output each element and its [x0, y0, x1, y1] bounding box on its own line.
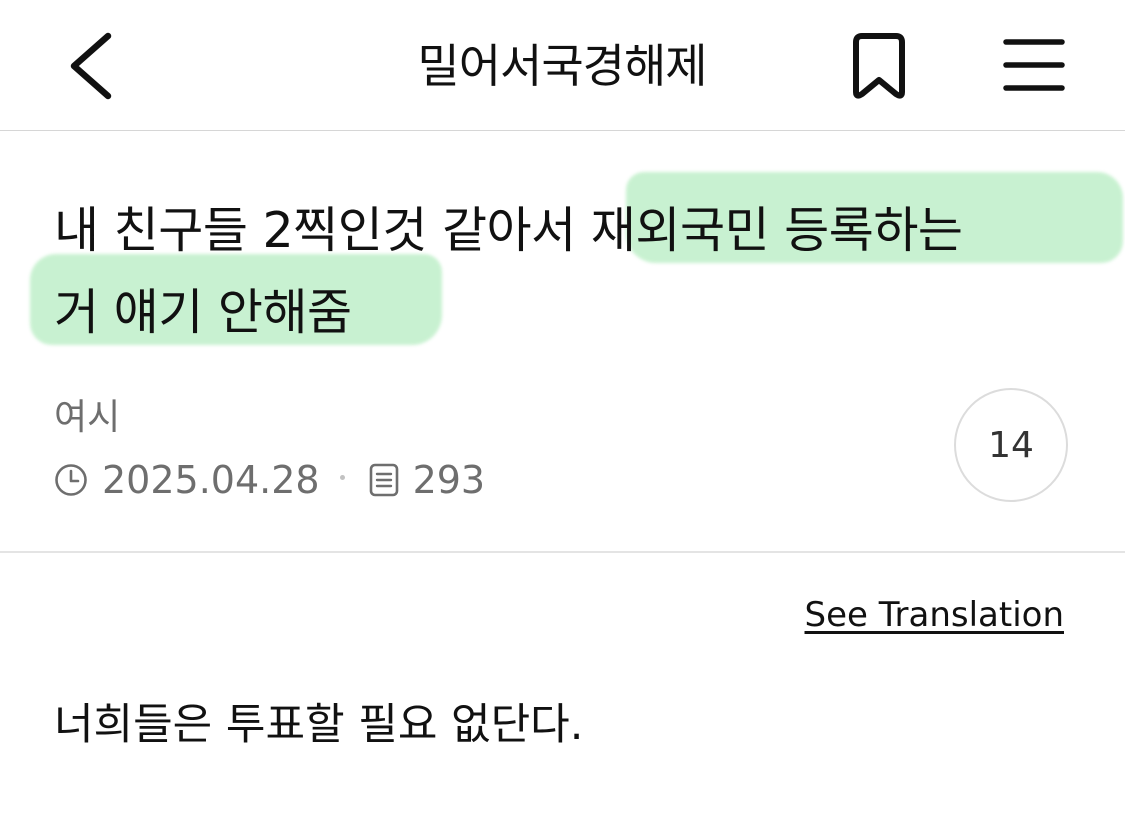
back-button[interactable] [60, 28, 130, 104]
post-title-plain: 내 친구들 2찍인것 같아서 [54, 202, 591, 259]
post-title: 내 친구들 2찍인것 같아서 재외국민 등록하는거 얘기 안해줌 [54, 190, 1094, 354]
post-title-highlighted-part-1: 재외국민 등록하는 [590, 202, 963, 259]
see-translation-link[interactable]: See Translation [805, 592, 1064, 638]
chevron-left-icon [70, 32, 112, 100]
author-name[interactable]: 여시 [54, 393, 120, 443]
section-divider [0, 551, 1125, 553]
comment-count-button[interactable]: 14 [954, 388, 1068, 502]
meta-separator-dot [339, 474, 345, 480]
view-count: 293 [412, 458, 486, 502]
menu-button[interactable] [998, 34, 1070, 98]
bookmark-icon [853, 33, 905, 99]
top-navbar: 밀어서국경해제 [0, 0, 1125, 131]
bookmark-button[interactable] [844, 30, 914, 104]
hamburger-menu-icon [1003, 39, 1065, 91]
comment-count: 14 [988, 424, 1034, 466]
post-body-text: 너희들은 투표할 필요 없단다. [54, 700, 584, 750]
post-title-highlighted-part-2: 거 얘기 안해줌 [54, 284, 352, 341]
post-meta: 2025.04.28 293 [54, 455, 485, 505]
page-title: 밀어서국경해제 [417, 39, 707, 93]
clock-icon [55, 464, 87, 496]
post-date: 2025.04.28 [102, 458, 320, 502]
document-icon [369, 463, 398, 497]
